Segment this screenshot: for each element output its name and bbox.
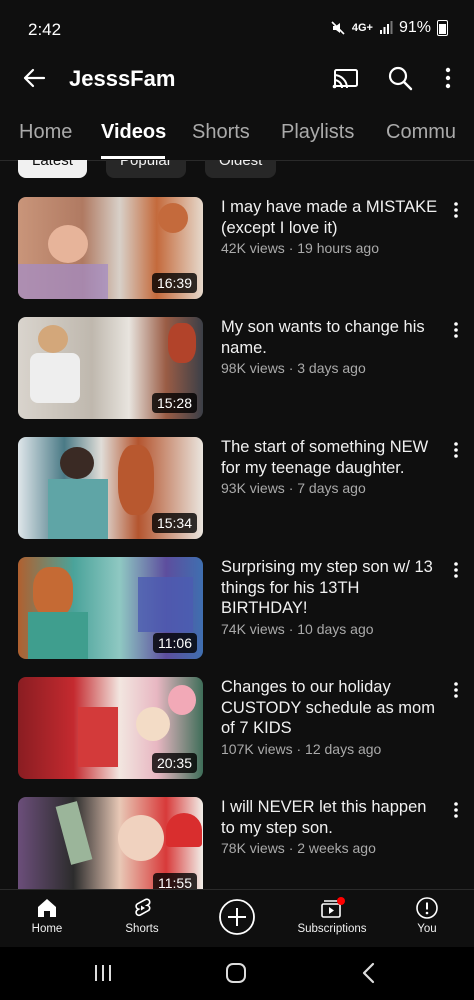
video-item[interactable]: 16:39 I may have made a MISTAKE (except … xyxy=(0,197,474,301)
chip-popular[interactable]: Popular xyxy=(106,160,186,178)
status-time: 2:42 xyxy=(28,20,62,39)
battery-percent: 91% xyxy=(398,19,431,36)
sort-chips: Latest Popular Oldest xyxy=(0,160,474,180)
you-icon xyxy=(416,897,438,919)
video-title: Changes to our holiday CUSTODY schedule … xyxy=(221,678,435,737)
back-arrow-icon[interactable] xyxy=(18,62,50,94)
video-meta: 98K views · 3 days ago xyxy=(221,360,366,376)
video-info[interactable]: The start of something NEW for my teenag… xyxy=(221,437,441,498)
nav-label: Shorts xyxy=(125,923,159,935)
system-navigation-bar xyxy=(0,947,474,1000)
mute-icon xyxy=(331,21,345,35)
video-thumbnail[interactable]: 11:06 xyxy=(18,557,203,659)
tab-videos[interactable]: Videos xyxy=(101,121,166,144)
network-type: 4G+ xyxy=(351,22,373,34)
channel-header: JesssFam xyxy=(0,58,474,100)
video-title: The start of something NEW for my teenag… xyxy=(221,438,429,477)
tab-community[interactable]: Commu xyxy=(386,121,456,144)
video-meta: 78K views · 2 weeks ago xyxy=(221,840,376,856)
video-more-icon[interactable] xyxy=(446,317,466,345)
video-info[interactable]: Surprising my step son w/ 13 things for … xyxy=(221,557,441,639)
channel-name: JesssFam xyxy=(69,66,176,91)
video-info[interactable]: I will NEVER let this happen to my step … xyxy=(221,797,441,858)
video-meta: 42K views · 19 hours ago xyxy=(221,240,379,256)
video-meta: 74K views · 10 days ago xyxy=(221,620,374,637)
video-title: I will NEVER let this happen to my step … xyxy=(221,798,427,837)
video-item[interactable]: 15:34 The start of something NEW for my … xyxy=(0,437,474,541)
nav-label: Home xyxy=(31,923,63,935)
video-thumbnail[interactable]: 11:55 xyxy=(18,797,203,899)
video-title: My son wants to change his name. xyxy=(221,318,425,357)
chip-oldest[interactable]: Oldest xyxy=(205,160,277,178)
bottom-navigation: Home Shorts Subscriptions You xyxy=(0,889,474,948)
video-item[interactable]: 20:35 Changes to our holiday CUSTODY sch… xyxy=(0,677,474,781)
nav-subscriptions[interactable]: Subscriptions xyxy=(287,896,377,935)
video-duration: 20:35 xyxy=(151,753,197,773)
home-icon xyxy=(38,899,56,917)
video-more-icon[interactable] xyxy=(446,197,466,225)
video-thumbnail[interactable]: 16:39 xyxy=(18,197,203,299)
video-duration: 11:06 xyxy=(153,633,197,653)
battery-icon xyxy=(437,20,448,36)
video-info[interactable]: My son wants to change his name. 98K vie… xyxy=(221,317,441,378)
video-more-icon[interactable] xyxy=(446,437,466,465)
video-item[interactable]: 11:06 Surprising my step son w/ 13 thing… xyxy=(0,557,474,661)
nav-shorts[interactable]: Shorts xyxy=(97,896,187,935)
video-item[interactable]: 15:28 My son wants to change his name. 9… xyxy=(0,317,474,421)
video-duration: 15:34 xyxy=(151,513,197,533)
home-button-icon[interactable] xyxy=(216,959,256,987)
video-title: I may have made a MISTAKE (except I love… xyxy=(221,198,438,237)
system-back-icon[interactable] xyxy=(349,959,389,987)
tab-playlists[interactable]: Playlists xyxy=(281,121,354,144)
video-meta: 107K views · 12 days ago xyxy=(221,740,382,757)
nav-label: Subscriptions xyxy=(297,923,367,935)
status-bar: 2:42 4G+ 91% xyxy=(0,0,474,58)
video-thumbnail[interactable]: 15:34 xyxy=(18,437,203,539)
video-meta: 93K views · 7 days ago xyxy=(221,480,366,496)
video-more-icon[interactable] xyxy=(446,677,466,705)
channel-tabs: Home Videos Shorts Playlists Commu xyxy=(0,108,474,161)
cast-icon[interactable] xyxy=(329,62,361,94)
video-more-icon[interactable] xyxy=(446,797,466,825)
video-thumbnail[interactable]: 15:28 xyxy=(18,317,203,419)
nav-you[interactable]: You xyxy=(382,896,472,935)
nav-create[interactable] xyxy=(192,897,282,937)
status-indicators: 4G+ 91% xyxy=(330,19,448,37)
video-duration: 15:28 xyxy=(151,393,197,413)
active-tab-indicator xyxy=(101,156,165,159)
video-thumbnail[interactable]: 20:35 xyxy=(18,677,203,779)
tab-home[interactable]: Home xyxy=(19,121,72,144)
more-vert-icon[interactable] xyxy=(432,62,464,94)
nav-label: You xyxy=(417,923,437,935)
create-plus-icon xyxy=(219,899,255,935)
video-item[interactable]: 11:55 I will NEVER let this happen to my… xyxy=(0,797,474,901)
video-info[interactable]: I may have made a MISTAKE (except I love… xyxy=(221,197,441,258)
video-more-icon[interactable] xyxy=(446,557,466,585)
subscriptions-icon xyxy=(321,897,345,918)
search-icon[interactable] xyxy=(384,62,416,94)
video-info[interactable]: Changes to our holiday CUSTODY schedule … xyxy=(221,677,441,759)
shorts-icon xyxy=(135,898,151,917)
chip-latest[interactable]: Latest xyxy=(18,160,87,178)
nav-home[interactable]: Home xyxy=(2,896,92,935)
video-duration: 16:39 xyxy=(151,273,197,293)
signal-icon xyxy=(379,21,393,34)
video-title: Surprising my step son w/ 13 things for … xyxy=(221,558,433,617)
tab-shorts[interactable]: Shorts xyxy=(192,121,250,144)
recent-apps-icon[interactable] xyxy=(83,959,123,987)
